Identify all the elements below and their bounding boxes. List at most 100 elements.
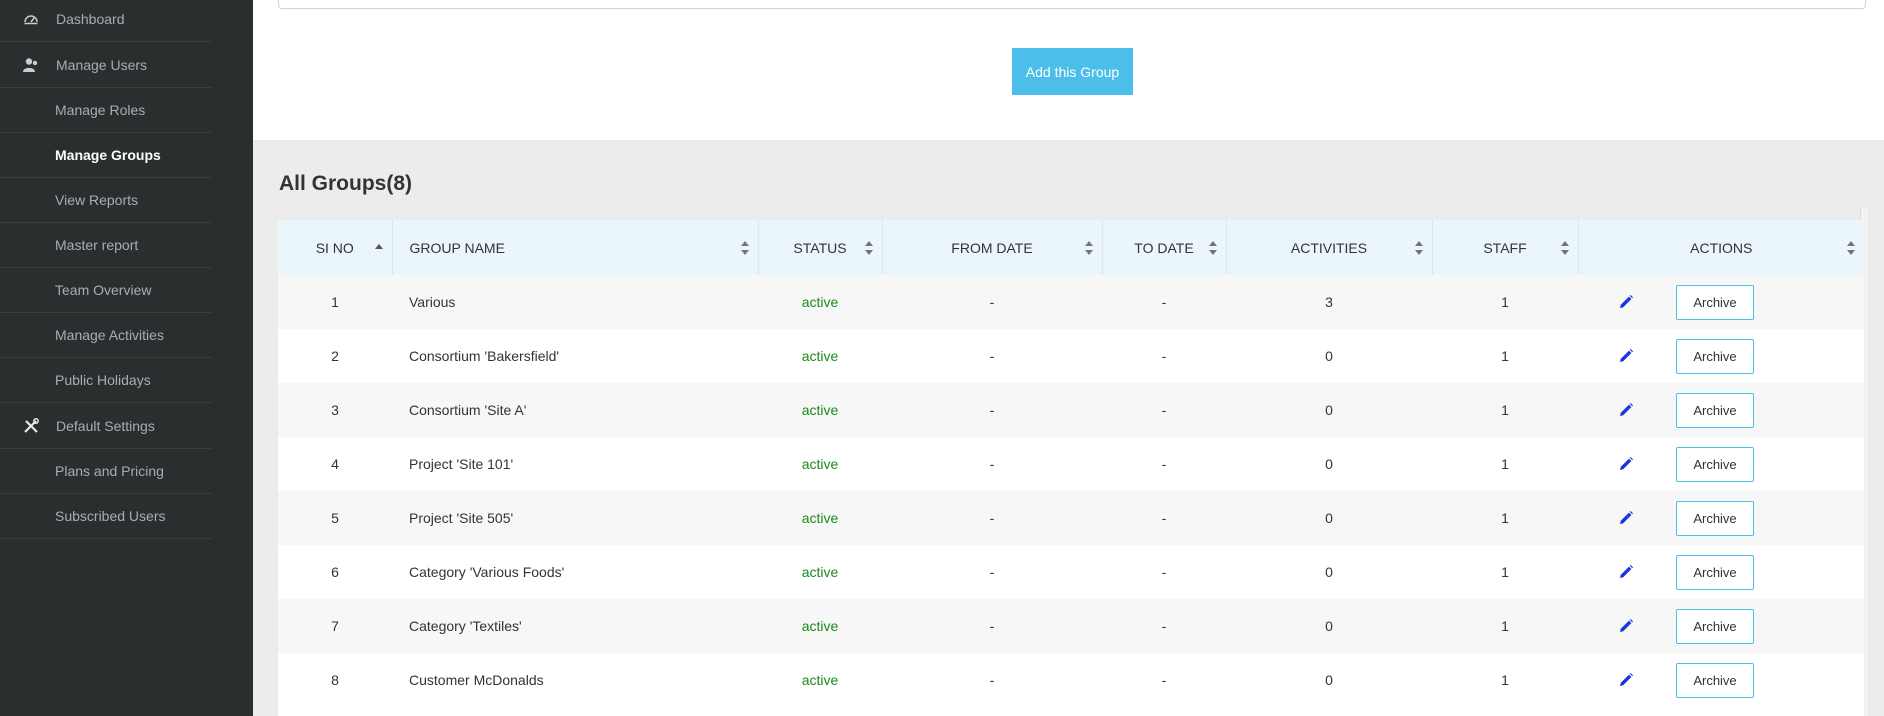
cell-status: active — [801, 348, 839, 364]
table-row: 3 Consortium 'Site A' active - - 0 1 Arc… — [278, 383, 1864, 437]
sidebar-item-default-settings[interactable]: Default Settings — [0, 404, 212, 449]
cell-status: active — [801, 618, 839, 634]
sidebar-item-label: Manage Users — [56, 57, 148, 73]
archive-button[interactable]: Archive — [1676, 446, 1754, 482]
cell-to-date: - — [1161, 564, 1167, 580]
cell-actions: Archive — [1578, 437, 1864, 491]
sidebar-item-plans-and-pricing[interactable]: Plans and Pricing — [0, 449, 212, 494]
cell-actions: Archive — [1578, 329, 1864, 383]
archive-button[interactable]: Archive — [1676, 284, 1754, 320]
cell-from-date: - — [989, 510, 995, 526]
groups-table-container: SI NO GROUP NAME STATUS FROM DATE TO DAT… — [278, 220, 1864, 716]
sort-icon — [1208, 240, 1218, 255]
cell-to-date: - — [1161, 348, 1167, 364]
pencil-icon[interactable] — [1618, 672, 1634, 688]
sidebar-item-dashboard[interactable]: Dashboard — [0, 0, 212, 42]
pencil-icon[interactable] — [1618, 456, 1634, 472]
cell-group-name: Consortium 'Bakersfield' — [409, 348, 560, 364]
column-header-label: GROUP NAME — [409, 239, 505, 256]
cell-group-name: Project 'Site 505' — [409, 510, 514, 526]
groups-table: SI NO GROUP NAME STATUS FROM DATE TO DAT… — [278, 220, 1864, 707]
sidebar-item-label: Default Settings — [56, 418, 155, 434]
column-header-label: SI NO — [315, 239, 354, 256]
column-header-staff[interactable]: STAFF — [1432, 220, 1579, 275]
pencil-icon[interactable] — [1618, 618, 1634, 634]
table-row: 2 Consortium 'Bakersfield' active - - 0 … — [278, 329, 1864, 383]
sidebar-item-manage-groups[interactable]: Manage Groups — [0, 133, 212, 178]
row-actions: Archive — [1578, 608, 1864, 644]
row-actions: Archive — [1578, 392, 1864, 428]
cell-actions: Archive — [1578, 599, 1864, 653]
archive-button[interactable]: Archive — [1676, 608, 1754, 644]
row-actions: Archive — [1578, 338, 1864, 374]
table-row: 5 Project 'Site 505' active - - 0 1 Arch… — [278, 491, 1864, 545]
sidebar-item-public-holidays[interactable]: Public Holidays — [0, 358, 212, 403]
add-group-button[interactable]: Add this Group — [1012, 48, 1133, 95]
pencil-icon[interactable] — [1618, 348, 1634, 364]
column-header-status[interactable]: STATUS — [758, 220, 883, 275]
cell-from-date: - — [989, 672, 995, 688]
cell-staff: 1 — [1501, 402, 1509, 418]
column-header-label: FROM DATE — [951, 239, 1033, 256]
page-title: All Groups(8) — [279, 172, 413, 195]
cell-to-date: - — [1161, 672, 1167, 688]
cell-from-date: - — [989, 348, 995, 364]
sidebar-item-manage-roles[interactable]: Manage Roles — [0, 88, 212, 133]
column-header-to-date[interactable]: TO DATE — [1102, 220, 1227, 275]
pencil-icon[interactable] — [1618, 510, 1634, 526]
cell-si-no: 8 — [331, 672, 339, 688]
column-header-from-date[interactable]: FROM DATE — [882, 220, 1103, 275]
cell-to-date: - — [1161, 294, 1167, 310]
group-input-field[interactable] — [278, 0, 1866, 9]
sort-icon — [1084, 240, 1094, 255]
cell-status: active — [801, 672, 839, 688]
sidebar-item-label: Dashboard — [56, 11, 125, 27]
row-actions: Archive — [1578, 554, 1864, 590]
sidebar-item-manage-activities[interactable]: Manage Activities — [0, 313, 212, 358]
main-content: Add this Group All Groups(8) SI NO GROUP… — [253, 0, 1884, 716]
cell-staff: 1 — [1501, 510, 1509, 526]
cell-group-name: Category 'Textiles' — [409, 618, 522, 634]
cell-staff: 1 — [1501, 618, 1509, 634]
cell-staff: 1 — [1501, 348, 1509, 364]
sidebar-item-label: View Reports — [55, 192, 139, 208]
cell-group-name: Customer McDonalds — [409, 672, 544, 688]
column-header-si-no[interactable]: SI NO — [278, 220, 393, 275]
cell-staff: 1 — [1501, 672, 1509, 688]
column-header-actions[interactable]: ACTIONS — [1578, 220, 1864, 275]
sort-icon — [864, 240, 874, 255]
cell-actions: Archive — [1578, 653, 1864, 707]
cell-status: active — [801, 402, 839, 418]
archive-button[interactable]: Archive — [1676, 554, 1754, 590]
sidebar-item-label: Master report — [55, 237, 139, 253]
pencil-icon[interactable] — [1618, 564, 1634, 580]
cell-si-no: 1 — [331, 294, 339, 310]
column-header-group-name[interactable]: GROUP NAME — [392, 220, 759, 275]
pencil-icon[interactable] — [1618, 294, 1634, 310]
tools-icon — [22, 417, 40, 435]
archive-button[interactable]: Archive — [1676, 662, 1754, 698]
sidebar-item-label: Manage Activities — [55, 327, 164, 343]
archive-button[interactable]: Archive — [1676, 392, 1754, 428]
cell-group-name: Consortium 'Site A' — [409, 402, 527, 418]
cell-group-name: Project 'Site 101' — [409, 456, 514, 472]
cell-si-no: 3 — [331, 402, 339, 418]
sidebar-item-master-report[interactable]: Master report — [0, 223, 212, 268]
cell-si-no: 5 — [331, 510, 339, 526]
sidebar-item-team-overview[interactable]: Team Overview — [0, 268, 212, 313]
sidebar-item-subscribed-users[interactable]: Subscribed Users — [0, 494, 212, 539]
cell-si-no: 2 — [331, 348, 339, 364]
sidebar-item-manage-users[interactable]: Manage Users — [0, 43, 212, 88]
cell-from-date: - — [989, 456, 995, 472]
archive-button[interactable]: Archive — [1676, 338, 1754, 374]
sort-ascending-icon — [374, 241, 384, 255]
sidebar-item-label: Manage Groups — [55, 147, 161, 163]
cell-actions: Archive — [1578, 491, 1864, 545]
cell-staff: 1 — [1501, 456, 1509, 472]
sidebar-item-view-reports[interactable]: View Reports — [0, 178, 212, 223]
cell-si-no: 4 — [331, 456, 339, 472]
column-header-activities[interactable]: ACTIVITIES — [1226, 220, 1433, 275]
sort-icon — [1414, 240, 1424, 255]
pencil-icon[interactable] — [1618, 402, 1634, 418]
archive-button[interactable]: Archive — [1676, 500, 1754, 536]
